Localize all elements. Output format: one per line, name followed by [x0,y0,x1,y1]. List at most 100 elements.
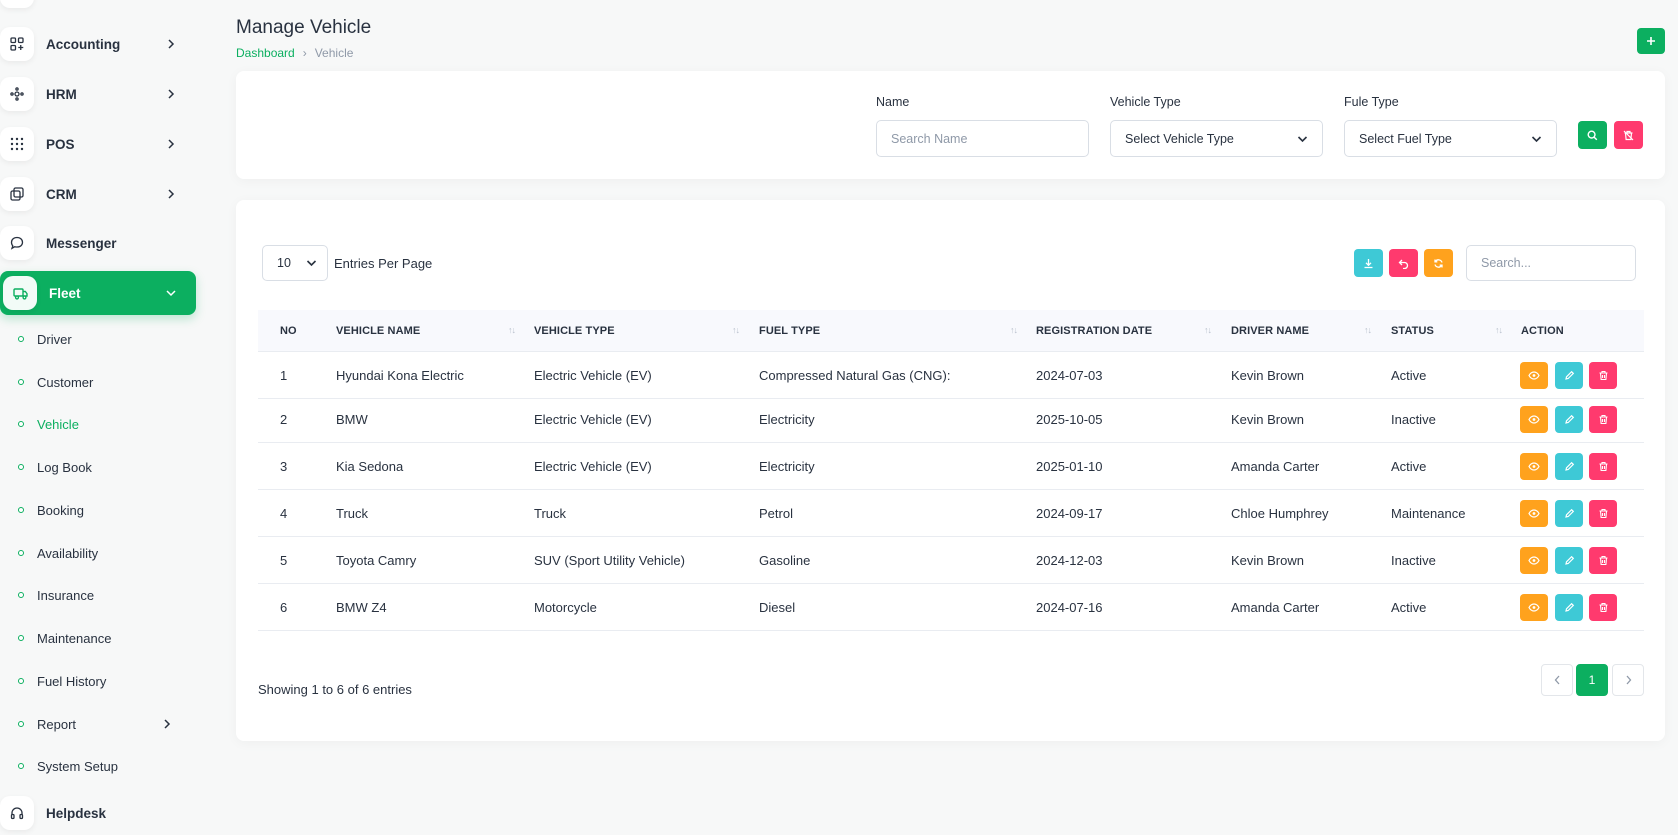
fuel-type-select[interactable]: Select Fuel Type [1344,120,1557,157]
vehicle-type-selected: Select Vehicle Type [1125,131,1234,146]
sidebar-subitem-label: Log Book [37,459,92,475]
delete-button[interactable] [1589,362,1617,389]
export-button[interactable] [1354,249,1383,277]
reset-filter-button[interactable] [1614,121,1643,149]
chevron-right-icon [162,39,180,49]
sidebar-subitem-label: Booking [37,502,84,518]
eye-icon [1528,371,1540,380]
undo-button[interactable] [1389,249,1418,277]
pagination-next-button[interactable] [1612,664,1644,696]
sidebar-subitem-maintenance[interactable]: Maintenance [0,623,196,653]
edit-button[interactable] [1555,594,1583,621]
cell-registration-date: 2025-01-10 [1036,459,1103,474]
column-header-action: ACTION [1521,325,1564,337]
delete-button[interactable] [1589,500,1617,527]
edit-button[interactable] [1555,500,1583,527]
sidebar-item-fleet[interactable]: Fleet [0,271,196,315]
sidebar-subitem-system-setup[interactable]: System Setup [0,751,196,781]
sidebar-item-partial[interactable] [0,0,196,12]
column-header-fuel-type[interactable]: FUEL TYPE [759,310,820,352]
pencil-icon [1564,602,1574,612]
breadcrumb-separator-icon: › [302,46,307,60]
chevron-down-icon [1297,135,1308,142]
refresh-button[interactable] [1424,249,1453,277]
cell-no: 3 [280,459,288,474]
table-search-input[interactable]: Search... [1466,245,1636,281]
sidebar-subitem-fuel-history[interactable]: Fuel History [0,666,196,696]
sidebar-subitem-log-book[interactable]: Log Book [0,452,196,482]
edit-button[interactable] [1555,362,1583,389]
view-button[interactable] [1520,547,1548,574]
car-icon [3,276,37,310]
apply-filter-button[interactable] [1578,121,1607,149]
bullet-icon [18,721,24,727]
sidebar-item-accounting[interactable]: Accounting [0,23,196,65]
column-header-vehicle-name[interactable]: VEHICLE NAME [336,310,420,352]
delete-button[interactable] [1589,547,1617,574]
view-button[interactable] [1520,362,1548,389]
edit-button[interactable] [1555,453,1583,480]
chevron-down-icon [306,260,317,267]
column-header-driver-name[interactable]: DRIVER NAME [1231,310,1309,352]
breadcrumb-dashboard-link[interactable]: Dashboard [236,46,295,60]
sidebar-subitem-driver[interactable]: Driver [0,324,196,354]
sidebar-subitem-insurance[interactable]: Insurance [0,580,196,610]
sort-icon[interactable]: ↑↓ [508,325,516,335]
delete-button[interactable] [1589,594,1617,621]
edit-button[interactable] [1555,547,1583,574]
pencil-icon [1564,370,1574,380]
name-search-input[interactable]: Search Name [876,120,1089,157]
view-button[interactable] [1520,500,1548,527]
pagination-page-button[interactable]: 1 [1576,664,1608,696]
cell-vehicle-name: BMW [336,412,368,427]
sidebar-subitem-label: Vehicle [37,416,79,432]
messages-icon [0,226,34,260]
view-button[interactable] [1520,406,1548,433]
column-header-no[interactable]: NO [280,310,297,352]
sidebar-item-crm[interactable]: CRM [0,173,196,215]
page-title: Manage Vehicle [236,17,372,38]
eye-icon [1528,556,1540,565]
sidebar-subitem-label: Fuel History [37,673,107,689]
download-icon [1364,258,1373,268]
column-header-status[interactable]: STATUS [1391,310,1434,352]
edit-button[interactable] [1555,406,1583,433]
eye-icon [1528,415,1540,424]
sort-icon[interactable]: ↑↓ [732,325,740,335]
sort-icon[interactable]: ↑↓ [1204,325,1212,335]
cell-status: Inactive [1391,553,1436,568]
cell-status: Inactive [1391,412,1436,427]
fuel-type-filter-label: Fule Type [1344,95,1399,109]
sidebar-subitem-availability[interactable]: Availability [0,538,196,568]
sidebar-item-label: Fleet [49,285,81,301]
add-vehicle-button[interactable] [1637,28,1665,54]
sort-icon[interactable]: ↑↓ [1364,325,1372,335]
cell-vehicle-name: BMW Z4 [336,600,387,615]
cell-vehicle-name: Hyundai Kona Electric [336,368,464,383]
delete-button[interactable] [1589,453,1617,480]
chevron-right-icon [1626,675,1631,685]
pagination-prev-button[interactable] [1541,664,1573,696]
cell-registration-date: 2025-10-05 [1036,412,1103,427]
column-header-registration-date[interactable]: REGISTRATION DATE [1036,310,1152,352]
sidebar-subitem-customer[interactable]: Customer [0,367,196,397]
view-button[interactable] [1520,594,1548,621]
sidebar-subitem-booking[interactable]: Booking [0,495,196,525]
bullet-icon [18,379,24,385]
sort-icon[interactable]: ↑↓ [1495,325,1503,335]
entries-per-page-select[interactable]: 10 [262,245,328,281]
sidebar-item-pos[interactable]: POS [0,123,196,165]
bullet-icon [18,464,24,470]
sidebar-item-helpdesk[interactable]: Helpdesk [0,792,196,834]
view-button[interactable] [1520,453,1548,480]
vehicle-type-select[interactable]: Select Vehicle Type [1110,120,1323,157]
sidebar-item-messenger[interactable]: Messenger [0,222,196,264]
column-header-vehicle-type[interactable]: VEHICLE TYPE [534,310,615,352]
sidebar-subitem-report[interactable]: Report [0,709,196,739]
delete-button[interactable] [1589,406,1617,433]
cell-driver-name: Kevin Brown [1231,553,1304,568]
sidebar-item-hrm[interactable]: HRM [0,73,196,115]
cell-no: 1 [280,368,288,383]
sidebar-subitem-vehicle[interactable]: Vehicle [0,409,196,439]
sort-icon[interactable]: ↑↓ [1010,325,1018,335]
